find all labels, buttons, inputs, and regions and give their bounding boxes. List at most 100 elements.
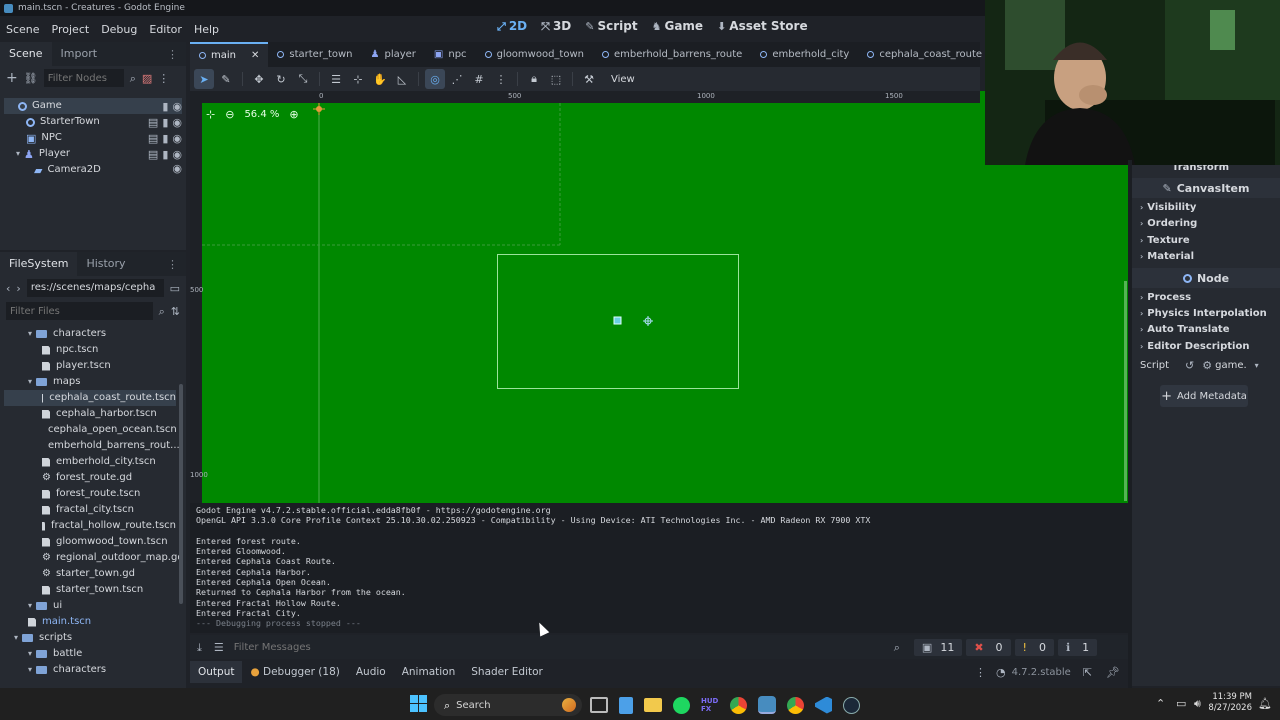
- dock-separator[interactable]: [1128, 160, 1132, 688]
- file-item[interactable]: ⚙ starter_town.gd: [4, 566, 176, 582]
- file-item[interactable]: ⚙ regional_outdoor_map.gd: [4, 550, 184, 566]
- scene-tab-npc[interactable]: ▣ npc: [425, 42, 476, 67]
- ruler-icon[interactable]: ◺: [392, 69, 412, 89]
- center-view-icon[interactable]: ⊹: [206, 109, 215, 120]
- tab-scene[interactable]: Scene: [0, 42, 52, 66]
- chevron-up-icon[interactable]: ⌃: [1156, 698, 1165, 709]
- network-icon[interactable]: ▭: [1176, 698, 1186, 709]
- output-options-icon[interactable]: ☰: [214, 642, 224, 653]
- mode-script-button[interactable]: ✎ Script: [585, 19, 637, 33]
- visibility-eye-icon[interactable]: ◉: [172, 149, 182, 160]
- zoom-in-icon[interactable]: ⊕: [289, 109, 298, 120]
- menu-scene[interactable]: Scene: [0, 23, 46, 36]
- physics-interpolation-section[interactable]: › Physics Interpolation: [1140, 308, 1267, 319]
- file-item[interactable]: fractal_hollow_route.tscn: [4, 518, 176, 534]
- file-item[interactable]: fractal_city.tscn: [4, 502, 176, 518]
- menu-help[interactable]: Help: [188, 23, 225, 36]
- messages-count-toggle[interactable]: ▣ 11: [913, 638, 963, 656]
- spotify-icon[interactable]: [673, 696, 690, 714]
- menu-project[interactable]: Project: [46, 23, 96, 36]
- scene-tab-player[interactable]: ♟ player: [362, 42, 425, 67]
- godot-icon[interactable]: [758, 696, 776, 714]
- instance-icon[interactable]: ▤: [148, 117, 158, 128]
- select-mode-icon[interactable]: ➤: [194, 69, 214, 89]
- back-arrow-icon[interactable]: ‹: [6, 283, 10, 294]
- script-icon[interactable]: ▮: [162, 133, 168, 144]
- tab-shader-editor[interactable]: Shader Editor: [463, 661, 551, 683]
- npc-sprite-marker[interactable]: [613, 316, 622, 325]
- file-item[interactable]: forest_route.tscn: [4, 486, 176, 502]
- dock-menu-icon[interactable]: ⋮: [167, 48, 186, 61]
- material-section[interactable]: › Material: [1140, 251, 1194, 262]
- chevron-down-icon[interactable]: ▾: [28, 602, 32, 610]
- filter-files-input[interactable]: [6, 302, 153, 320]
- mode-2d-button[interactable]: ⤢ 2D: [497, 19, 527, 33]
- rotate-mode-icon[interactable]: ↻: [271, 69, 291, 89]
- folder-item[interactable]: ▾ characters: [4, 662, 176, 678]
- process-section[interactable]: › Process: [1140, 292, 1191, 303]
- tab-animation[interactable]: Animation: [394, 661, 464, 683]
- list-select-icon[interactable]: ☰: [326, 69, 346, 89]
- file-item[interactable]: emberhold_city.tscn: [4, 454, 176, 470]
- file-item[interactable]: gloomwood_town.tscn: [4, 534, 176, 550]
- folder-item[interactable]: ▾ scripts: [4, 630, 176, 646]
- script-icon[interactable]: ▮: [162, 117, 168, 128]
- pin-icon[interactable]: 📌︎: [1106, 667, 1120, 678]
- grid-icon[interactable]: #: [469, 69, 489, 89]
- snap-options-icon[interactable]: ⋮: [491, 69, 511, 89]
- tree-node-camera2d[interactable]: ▰ Camera2D ◉: [4, 162, 182, 178]
- instance-icon[interactable]: ▤: [148, 149, 158, 160]
- sort-icon[interactable]: ⇅: [171, 306, 180, 317]
- chevron-down-icon[interactable]: ▾: [16, 150, 20, 158]
- tree-node-npc[interactable]: ▣ NPC ▤ ▮ ◉: [4, 130, 182, 146]
- clear-output-icon[interactable]: ⤓: [197, 642, 202, 653]
- file-item[interactable]: emberhold_barrens_rout...: [4, 438, 180, 454]
- script-icon[interactable]: ▮: [162, 149, 168, 160]
- steam-icon[interactable]: [843, 696, 860, 714]
- visibility-eye-icon[interactable]: ◉: [172, 101, 182, 112]
- folder-item[interactable]: ▾ battle: [4, 646, 176, 662]
- add-node-icon[interactable]: +: [6, 71, 18, 85]
- file-item[interactable]: cephala_harbor.tscn: [4, 406, 176, 422]
- chevron-down-icon[interactable]: ▾: [28, 666, 32, 674]
- chevron-down-icon[interactable]: ▾: [14, 634, 18, 642]
- chevron-down-icon[interactable]: ▾: [28, 650, 32, 658]
- mode-asset-store-button[interactable]: ⬇ Asset Store: [717, 19, 808, 33]
- taskbar-search-box[interactable]: ⌕ Search: [434, 694, 582, 716]
- mode-3d-button[interactable]: ⤧ 3D: [541, 19, 571, 33]
- layout-toggle-icon[interactable]: ▭: [170, 283, 180, 294]
- instance-icon[interactable]: ▤: [148, 133, 158, 144]
- info-count-toggle[interactable]: ℹ1: [1057, 638, 1098, 656]
- script-value-picker[interactable]: ⚙ game.: [1202, 360, 1246, 371]
- chevron-down-icon[interactable]: ▾: [28, 330, 32, 338]
- tab-output[interactable]: Output: [190, 661, 243, 683]
- mode-game-button[interactable]: ♞ Game: [652, 19, 703, 33]
- move-mode-icon[interactable]: ✥: [249, 69, 269, 89]
- warnings-count-toggle[interactable]: ! 0: [1014, 638, 1054, 656]
- tab-audio[interactable]: Audio: [348, 661, 394, 683]
- lock-icon[interactable]: 🔒︎: [524, 69, 544, 89]
- filter-messages-input[interactable]: [233, 638, 874, 656]
- start-icon[interactable]: [410, 695, 427, 712]
- hud-icon[interactable]: HUD FX: [701, 697, 719, 713]
- file-item[interactable]: main.tscn: [4, 614, 176, 630]
- path-field[interactable]: res://scenes/maps/cepha: [26, 279, 164, 297]
- scene-tab-emberhold-barrens-route[interactable]: emberhold_barrens_route: [593, 42, 751, 67]
- folder-item[interactable]: ▾ maps: [4, 374, 176, 390]
- folder-item[interactable]: ▾ ui: [4, 598, 176, 614]
- file-item[interactable]: ⚙ forest_route.gd: [4, 470, 176, 486]
- zoom-out-icon[interactable]: ⊖: [225, 109, 234, 120]
- visibility-eye-icon[interactable]: ◉: [172, 133, 182, 144]
- notepad-icon[interactable]: [619, 696, 633, 714]
- tree-node-game[interactable]: Game ▮ ◉: [4, 98, 182, 114]
- file-item[interactable]: npc.tscn: [4, 342, 176, 358]
- file-item[interactable]: starter_town.tscn: [4, 582, 176, 598]
- chrome-icon[interactable]: [730, 696, 747, 714]
- grid-snap-icon[interactable]: ⋰: [447, 69, 467, 89]
- draw-pen-icon[interactable]: ✎: [216, 69, 236, 89]
- tree-node-startertown[interactable]: StarterTown ▤ ▮ ◉: [4, 114, 182, 130]
- errors-count-toggle[interactable]: ✖ 0: [966, 638, 1011, 656]
- filesystem-scrollbar[interactable]: [179, 384, 183, 604]
- scale-mode-icon[interactable]: ⤡: [293, 69, 313, 89]
- folder-item[interactable]: ▾ characters: [4, 326, 176, 342]
